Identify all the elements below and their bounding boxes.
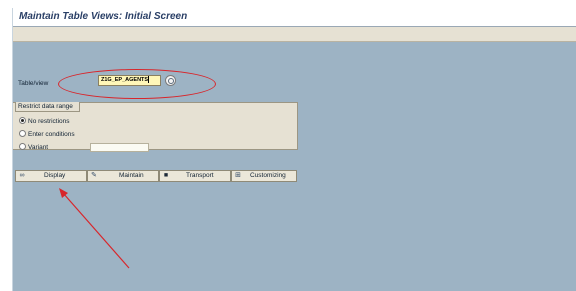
- glasses-icon: ∞: [19, 172, 25, 179]
- restrict-data-range-group: Restrict data range No restrictions Ente…: [13, 102, 298, 152]
- maintain-button-label: Maintain: [119, 172, 144, 179]
- transport-button[interactable]: ■ Transport: [159, 170, 231, 182]
- sap-window: Maintain Table Views: Initial Screen Tab…: [12, 8, 576, 291]
- pencil-icon: ✎: [91, 172, 97, 179]
- transport-button-label: Transport: [186, 172, 214, 179]
- radio-label: Variant: [28, 144, 49, 151]
- highlight-ellipse: [58, 69, 216, 99]
- radio-enter-conditions[interactable]: Enter conditions: [19, 130, 75, 139]
- customizing-icon: ⊞: [235, 172, 241, 179]
- display-button-label: Display: [44, 172, 66, 179]
- display-button[interactable]: ∞ Display: [15, 170, 87, 182]
- radio-icon[interactable]: [19, 130, 26, 137]
- variant-input[interactable]: [90, 143, 149, 152]
- maintain-button[interactable]: ✎ Maintain: [87, 170, 159, 182]
- radio-no-restrictions[interactable]: No restrictions: [19, 117, 70, 126]
- radio-selected-icon[interactable]: [19, 117, 26, 124]
- group-title: Restrict data range: [15, 102, 80, 112]
- customizing-button[interactable]: ⊞ Customizing: [231, 170, 297, 182]
- radio-variant[interactable]: Variant: [19, 143, 48, 152]
- radio-icon[interactable]: [19, 143, 26, 150]
- application-toolbar: [13, 27, 576, 42]
- truck-icon: ■: [163, 172, 169, 179]
- radio-label: Enter conditions: [28, 131, 75, 138]
- customizing-button-label: Customizing: [250, 172, 286, 179]
- tableview-label: Table/view: [18, 80, 49, 87]
- radio-label: No restrictions: [28, 118, 70, 125]
- page-title: Maintain Table Views: Initial Screen: [19, 11, 188, 22]
- title-bar: Maintain Table Views: Initial Screen: [13, 8, 576, 27]
